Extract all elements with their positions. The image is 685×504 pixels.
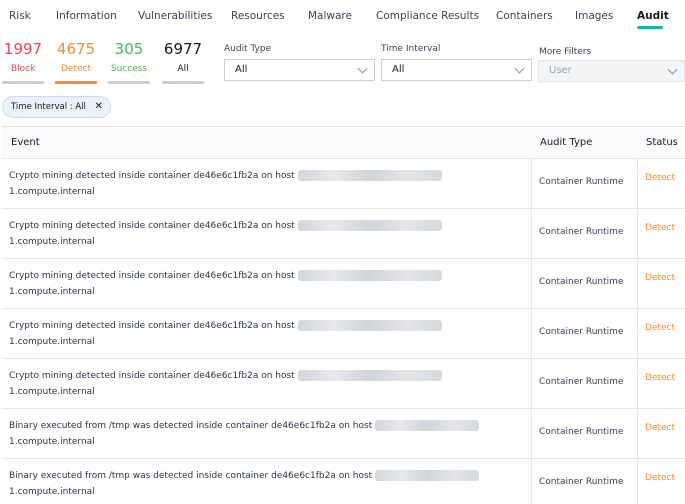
counter-detect-bar — [55, 81, 97, 84]
event-cell: Crypto mining detected inside container … — [9, 318, 509, 350]
audit-type-cell: Container Runtime — [539, 477, 624, 487]
counter-detect-value: 4675 — [56, 40, 96, 58]
tab-resources[interactable]: Resources — [231, 10, 285, 22]
time-interval-value: All — [392, 64, 405, 75]
table-row[interactable]: Crypto mining detected inside container … — [2, 309, 685, 359]
table-row[interactable]: Binary executed from /tmp was detected i… — [2, 409, 685, 459]
active-tab-indicator — [637, 26, 663, 29]
host-suffix: 1.compute.internal — [9, 437, 95, 447]
event-cell: Binary executed from /tmp was detected i… — [9, 418, 509, 450]
counter-all-bar — [162, 81, 204, 84]
column-header-audit-type[interactable]: Audit Type — [532, 127, 592, 159]
redacted-host — [297, 170, 442, 181]
counter-success-label: Success — [110, 64, 148, 74]
redacted-host — [297, 270, 442, 281]
tab-images[interactable]: Images — [575, 10, 613, 22]
host-suffix: 1.compute.internal — [9, 487, 95, 497]
tab-information[interactable]: Information — [56, 10, 117, 22]
table-row[interactable]: Binary executed from /tmp was detected i… — [2, 459, 685, 504]
audit-type-label: Audit Type — [224, 44, 272, 54]
user-filter-select[interactable]: User — [538, 60, 685, 82]
event-text: Crypto mining detected inside container … — [9, 171, 295, 181]
counter-all-label: All — [177, 64, 189, 74]
close-icon[interactable]: ✕ — [94, 97, 102, 117]
audit-type-cell: Container Runtime — [539, 277, 624, 287]
event-cell: Crypto mining detected inside container … — [9, 218, 509, 250]
filter-chip-label: Time Interval : All — [11, 102, 86, 112]
status-cell: Detect — [645, 323, 676, 333]
audit-type-value: All — [235, 64, 248, 75]
table-row[interactable]: Crypto mining detected inside container … — [2, 209, 685, 259]
tab-containers[interactable]: Containers — [496, 10, 553, 22]
counter-block-bar — [2, 81, 44, 84]
event-cell: Crypto mining detected inside container … — [9, 268, 509, 300]
counter-all-value: 6977 — [163, 40, 203, 58]
audit-type-cell: Container Runtime — [539, 377, 624, 387]
event-text: Crypto mining detected inside container … — [9, 271, 295, 281]
redacted-host — [297, 320, 442, 331]
table-row[interactable]: Crypto mining detected inside container … — [2, 359, 685, 409]
audit-type-cell: Container Runtime — [539, 327, 624, 337]
host-suffix: 1.compute.internal — [9, 387, 95, 397]
counter-detect-label: Detect — [60, 64, 91, 74]
audit-type-select[interactable]: All — [224, 59, 375, 81]
column-header-status[interactable]: Status — [638, 127, 678, 159]
tab-bar: Risk Information Vulnerabilities Resourc… — [0, 0, 685, 33]
tab-malware[interactable]: Malware — [308, 10, 352, 22]
audit-type-cell: Container Runtime — [539, 177, 624, 187]
status-cell: Detect — [645, 273, 676, 283]
status-cell: Detect — [645, 223, 676, 233]
host-suffix: 1.compute.internal — [9, 237, 95, 247]
chevron-down-icon — [514, 63, 525, 74]
event-text: Crypto mining detected inside container … — [9, 221, 295, 231]
status-cell: Detect — [645, 373, 676, 383]
counter-all[interactable]: 6977 All — [162, 40, 204, 84]
tab-audit[interactable]: Audit — [637, 10, 669, 22]
counter-block-value: 1997 — [3, 40, 43, 58]
tab-risk[interactable]: Risk — [9, 10, 31, 22]
audit-table: Event Audit Type Status Crypto mining de… — [2, 126, 685, 504]
more-filters-label: More Filters — [539, 47, 592, 57]
table-row[interactable]: Crypto mining detected inside container … — [2, 159, 685, 209]
counter-success-value: 305 — [114, 40, 144, 58]
status-cell: Detect — [645, 423, 676, 433]
event-text: Binary executed from /tmp was detected i… — [9, 471, 373, 481]
tab-compliance-results[interactable]: Compliance Results — [376, 10, 479, 22]
chevron-down-icon — [667, 64, 678, 75]
event-text: Crypto mining detected inside container … — [9, 321, 295, 331]
redacted-host — [297, 220, 442, 231]
time-interval-label: Time Interval — [381, 44, 441, 54]
time-interval-select[interactable]: All — [381, 59, 532, 81]
host-suffix: 1.compute.internal — [9, 187, 95, 197]
event-text: Crypto mining detected inside container … — [9, 371, 295, 381]
column-header-event[interactable]: Event — [3, 127, 40, 159]
event-text: Binary executed from /tmp was detected i… — [9, 421, 373, 431]
counter-block-label: Block — [10, 64, 36, 74]
audit-type-cell: Container Runtime — [539, 227, 624, 237]
counter-detect[interactable]: 4675 Detect — [55, 40, 97, 84]
tab-vulnerabilities[interactable]: Vulnerabilities — [138, 10, 212, 22]
table-row[interactable]: Crypto mining detected inside container … — [2, 259, 685, 309]
user-filter-placeholder: User — [549, 65, 572, 76]
event-cell: Crypto mining detected inside container … — [9, 168, 509, 200]
filter-chip-time-interval: Time Interval : All ✕ — [2, 96, 111, 118]
table-header: Event Audit Type Status — [2, 127, 685, 159]
redacted-host — [375, 470, 480, 481]
counter-success-bar — [108, 81, 150, 84]
host-suffix: 1.compute.internal — [9, 337, 95, 347]
redacted-host — [297, 370, 442, 381]
counter-block[interactable]: 1997 Block — [2, 40, 44, 84]
event-cell: Crypto mining detected inside container … — [9, 368, 509, 400]
counter-success[interactable]: 305 Success — [108, 40, 150, 84]
event-cell: Binary executed from /tmp was detected i… — [9, 468, 509, 500]
host-suffix: 1.compute.internal — [9, 287, 95, 297]
status-cell: Detect — [645, 473, 676, 483]
chevron-down-icon — [357, 63, 368, 74]
redacted-host — [375, 420, 480, 431]
status-cell: Detect — [645, 173, 676, 183]
audit-type-cell: Container Runtime — [539, 427, 624, 437]
